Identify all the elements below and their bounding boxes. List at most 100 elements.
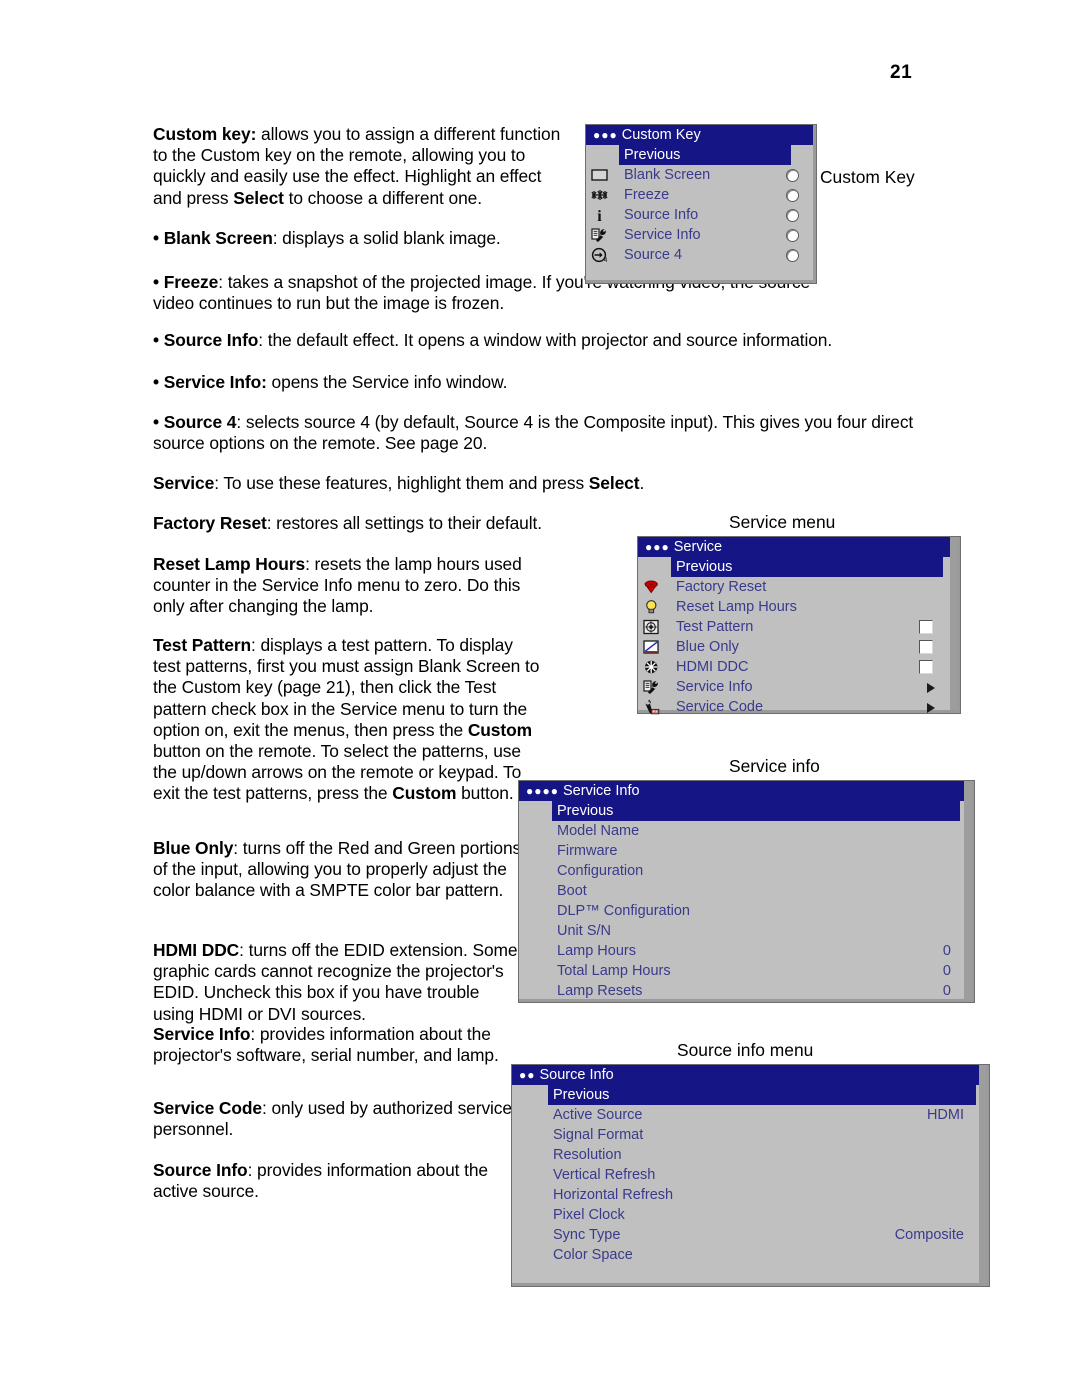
test-pattern-text-3: button. bbox=[456, 783, 514, 804]
checkbox-test-pattern[interactable] bbox=[919, 620, 933, 634]
menu-item-label: DLP™ Configuration bbox=[557, 903, 690, 919]
service-info-title: ●●●● Service Info bbox=[519, 781, 971, 801]
menu-item-previous[interactable]: Previous bbox=[548, 1085, 976, 1105]
menu-item-test-pattern[interactable]: Test Pattern bbox=[638, 617, 957, 637]
select-term: Select bbox=[233, 187, 284, 208]
menu-item-label: Active Source bbox=[553, 1107, 643, 1123]
radio-service-info[interactable] bbox=[786, 229, 799, 242]
service-info-panel: ●●●● Service Info Previous Model Name Fir… bbox=[519, 781, 974, 1002]
menu-item-label: Test Pattern bbox=[676, 619, 754, 635]
paragraph-custom-key: Custom key: allows you to assign a diffe… bbox=[153, 124, 573, 209]
menu-item-label: Color Space bbox=[553, 1247, 633, 1263]
menu-item-dlp-configuration[interactable]: DLP™ Configuration bbox=[519, 901, 971, 921]
menu-item-previous[interactable]: Previous bbox=[619, 145, 791, 165]
service-menu-title: ●●● Service bbox=[638, 537, 957, 557]
menu-item-label: Total Lamp Hours bbox=[557, 963, 671, 979]
menu-item-model-name[interactable]: Model Name bbox=[519, 821, 971, 841]
menu-item-label: Firmware bbox=[557, 843, 618, 859]
caption-service-info: Service info bbox=[729, 756, 820, 776]
menu-item-label: Signal Format bbox=[553, 1127, 644, 1143]
source-4-text: : selects source 4 (by default, Source 4… bbox=[153, 412, 914, 454]
menu-item-resolution[interactable]: Resolution bbox=[512, 1145, 986, 1165]
menu-title-label: Service bbox=[673, 539, 723, 555]
paragraph-test-pattern: Test Pattern: displays a test pattern. T… bbox=[153, 635, 545, 805]
menu-item-label: HDMI DDC bbox=[676, 659, 749, 675]
menu-item-label: Service Info bbox=[624, 227, 701, 243]
menu-item-label: Reset Lamp Hours bbox=[676, 599, 797, 615]
menu-item-lamp-resets[interactable]: Lamp Resets 0 bbox=[519, 981, 971, 1001]
menu-item-label: Blue Only bbox=[676, 639, 739, 655]
menu-item-service-code[interactable]: 123 Service Code bbox=[638, 697, 957, 717]
radio-blank-screen[interactable] bbox=[786, 169, 799, 182]
radio-freeze[interactable] bbox=[786, 189, 799, 202]
source-info-text: : the default effect. It opens a window … bbox=[258, 330, 833, 350]
menu-item-label: Source Info bbox=[624, 207, 699, 223]
submenu-arrow-icon[interactable] bbox=[927, 703, 935, 713]
menu-item-label: Source 4 bbox=[624, 247, 683, 263]
submenu-arrow-icon[interactable] bbox=[927, 683, 935, 693]
menu-item-pixel-clock[interactable]: Pixel Clock bbox=[512, 1205, 986, 1225]
menu-item-value: Composite bbox=[894, 1227, 964, 1243]
paragraph-hdmi-ddc: HDMI DDC: turns off the EDID extension. … bbox=[153, 940, 521, 1025]
menu-item-vertical-refresh[interactable]: Vertical Refresh bbox=[512, 1165, 986, 1185]
menu-item-previous[interactable]: Previous bbox=[552, 801, 960, 821]
radio-source-4[interactable] bbox=[786, 249, 799, 262]
checkbox-blue-only[interactable] bbox=[919, 640, 933, 654]
menu-item-label: Unit S/N bbox=[557, 923, 611, 939]
lamp-bulb-icon bbox=[643, 599, 660, 615]
menu-item-hdmi-ddc[interactable]: HDMI DDC bbox=[638, 657, 957, 677]
source-input-icon: 4 bbox=[591, 247, 608, 264]
source-4-term: • Source 4 bbox=[153, 412, 237, 432]
blank-screen-text: : displays a solid blank image. bbox=[272, 228, 501, 248]
source-info-term: • Source Info bbox=[153, 330, 259, 350]
menu-item-previous[interactable]: Previous bbox=[671, 557, 943, 577]
svg-text:i: i bbox=[597, 208, 602, 223]
menu-item-unit-sn[interactable]: Unit S/N bbox=[519, 921, 971, 941]
info-icon: i bbox=[591, 207, 608, 225]
menu-title-label: Custom Key bbox=[621, 127, 701, 143]
paragraph-source-info-2: Source Info: provides information about … bbox=[153, 1160, 498, 1202]
service-info-term: • Service Info: bbox=[153, 372, 267, 392]
menu-item-label: Horizontal Refresh bbox=[553, 1187, 674, 1203]
menu-level-dots: ●● bbox=[519, 1068, 536, 1082]
menu-item-label: Lamp Hours bbox=[557, 943, 636, 959]
menu-item-reset-lamp-hours[interactable]: Reset Lamp Hours bbox=[638, 597, 957, 617]
menu-item-service-info[interactable]: Service Info bbox=[638, 677, 957, 697]
paragraph-service-code: Service Code: only used by authorized se… bbox=[153, 1098, 513, 1140]
paragraph-source-4: • Source 4: selects source 4 (by default… bbox=[153, 412, 928, 454]
menu-item-value: HDMI bbox=[926, 1107, 964, 1123]
menu-item-firmware[interactable]: Firmware bbox=[519, 841, 971, 861]
blank-screen-icon bbox=[591, 167, 608, 183]
paragraph-service-info: • Service Info: opens the Service info w… bbox=[153, 372, 913, 393]
menu-item-label: Service Code bbox=[676, 699, 764, 715]
menu-item-service-info[interactable]: Service Info bbox=[586, 225, 813, 245]
menu-item-value: 0 bbox=[942, 983, 951, 999]
menu-item-freeze[interactable]: Freeze bbox=[586, 185, 813, 205]
custom-key-text-2: to choose a different one. bbox=[283, 187, 482, 208]
custom-button-term-2: Custom bbox=[392, 783, 457, 804]
radio-source-info[interactable] bbox=[786, 209, 799, 222]
menu-item-total-lamp-hours[interactable]: Total Lamp Hours 0 bbox=[519, 961, 971, 981]
menu-item-horizontal-refresh[interactable]: Horizontal Refresh bbox=[512, 1185, 986, 1205]
custom-key-menu-panel: ●●● Custom Key Previous Blank Screen Free… bbox=[586, 125, 816, 283]
menu-item-source-4[interactable]: 4 Source 4 bbox=[586, 245, 813, 265]
menu-item-active-source[interactable]: Active Source HDMI bbox=[512, 1105, 986, 1125]
menu-item-blue-only[interactable]: Blue Only bbox=[638, 637, 957, 657]
menu-item-color-space[interactable]: Color Space bbox=[512, 1245, 986, 1265]
menu-item-label: Pixel Clock bbox=[553, 1207, 625, 1223]
menu-item-label: Service Info bbox=[676, 679, 753, 695]
factory-reset-icon bbox=[643, 579, 660, 595]
menu-item-boot[interactable]: Boot bbox=[519, 881, 971, 901]
menu-item-factory-reset[interactable]: Factory Reset bbox=[638, 577, 957, 597]
menu-item-signal-format[interactable]: Signal Format bbox=[512, 1125, 986, 1145]
test-pattern-icon bbox=[643, 619, 660, 635]
menu-item-configuration[interactable]: Configuration bbox=[519, 861, 971, 881]
menu-item-blank-screen[interactable]: Blank Screen bbox=[586, 165, 813, 185]
menu-item-lamp-hours[interactable]: Lamp Hours 0 bbox=[519, 941, 971, 961]
menu-title-label: Source Info bbox=[539, 1067, 614, 1083]
paragraph-service: Service: To use these features, highligh… bbox=[153, 473, 913, 494]
menu-item-sync-type[interactable]: Sync Type Composite bbox=[512, 1225, 986, 1245]
menu-item-label: Boot bbox=[557, 883, 587, 899]
menu-item-source-info[interactable]: i Source Info bbox=[586, 205, 813, 225]
checkbox-hdmi-ddc[interactable] bbox=[919, 660, 933, 674]
